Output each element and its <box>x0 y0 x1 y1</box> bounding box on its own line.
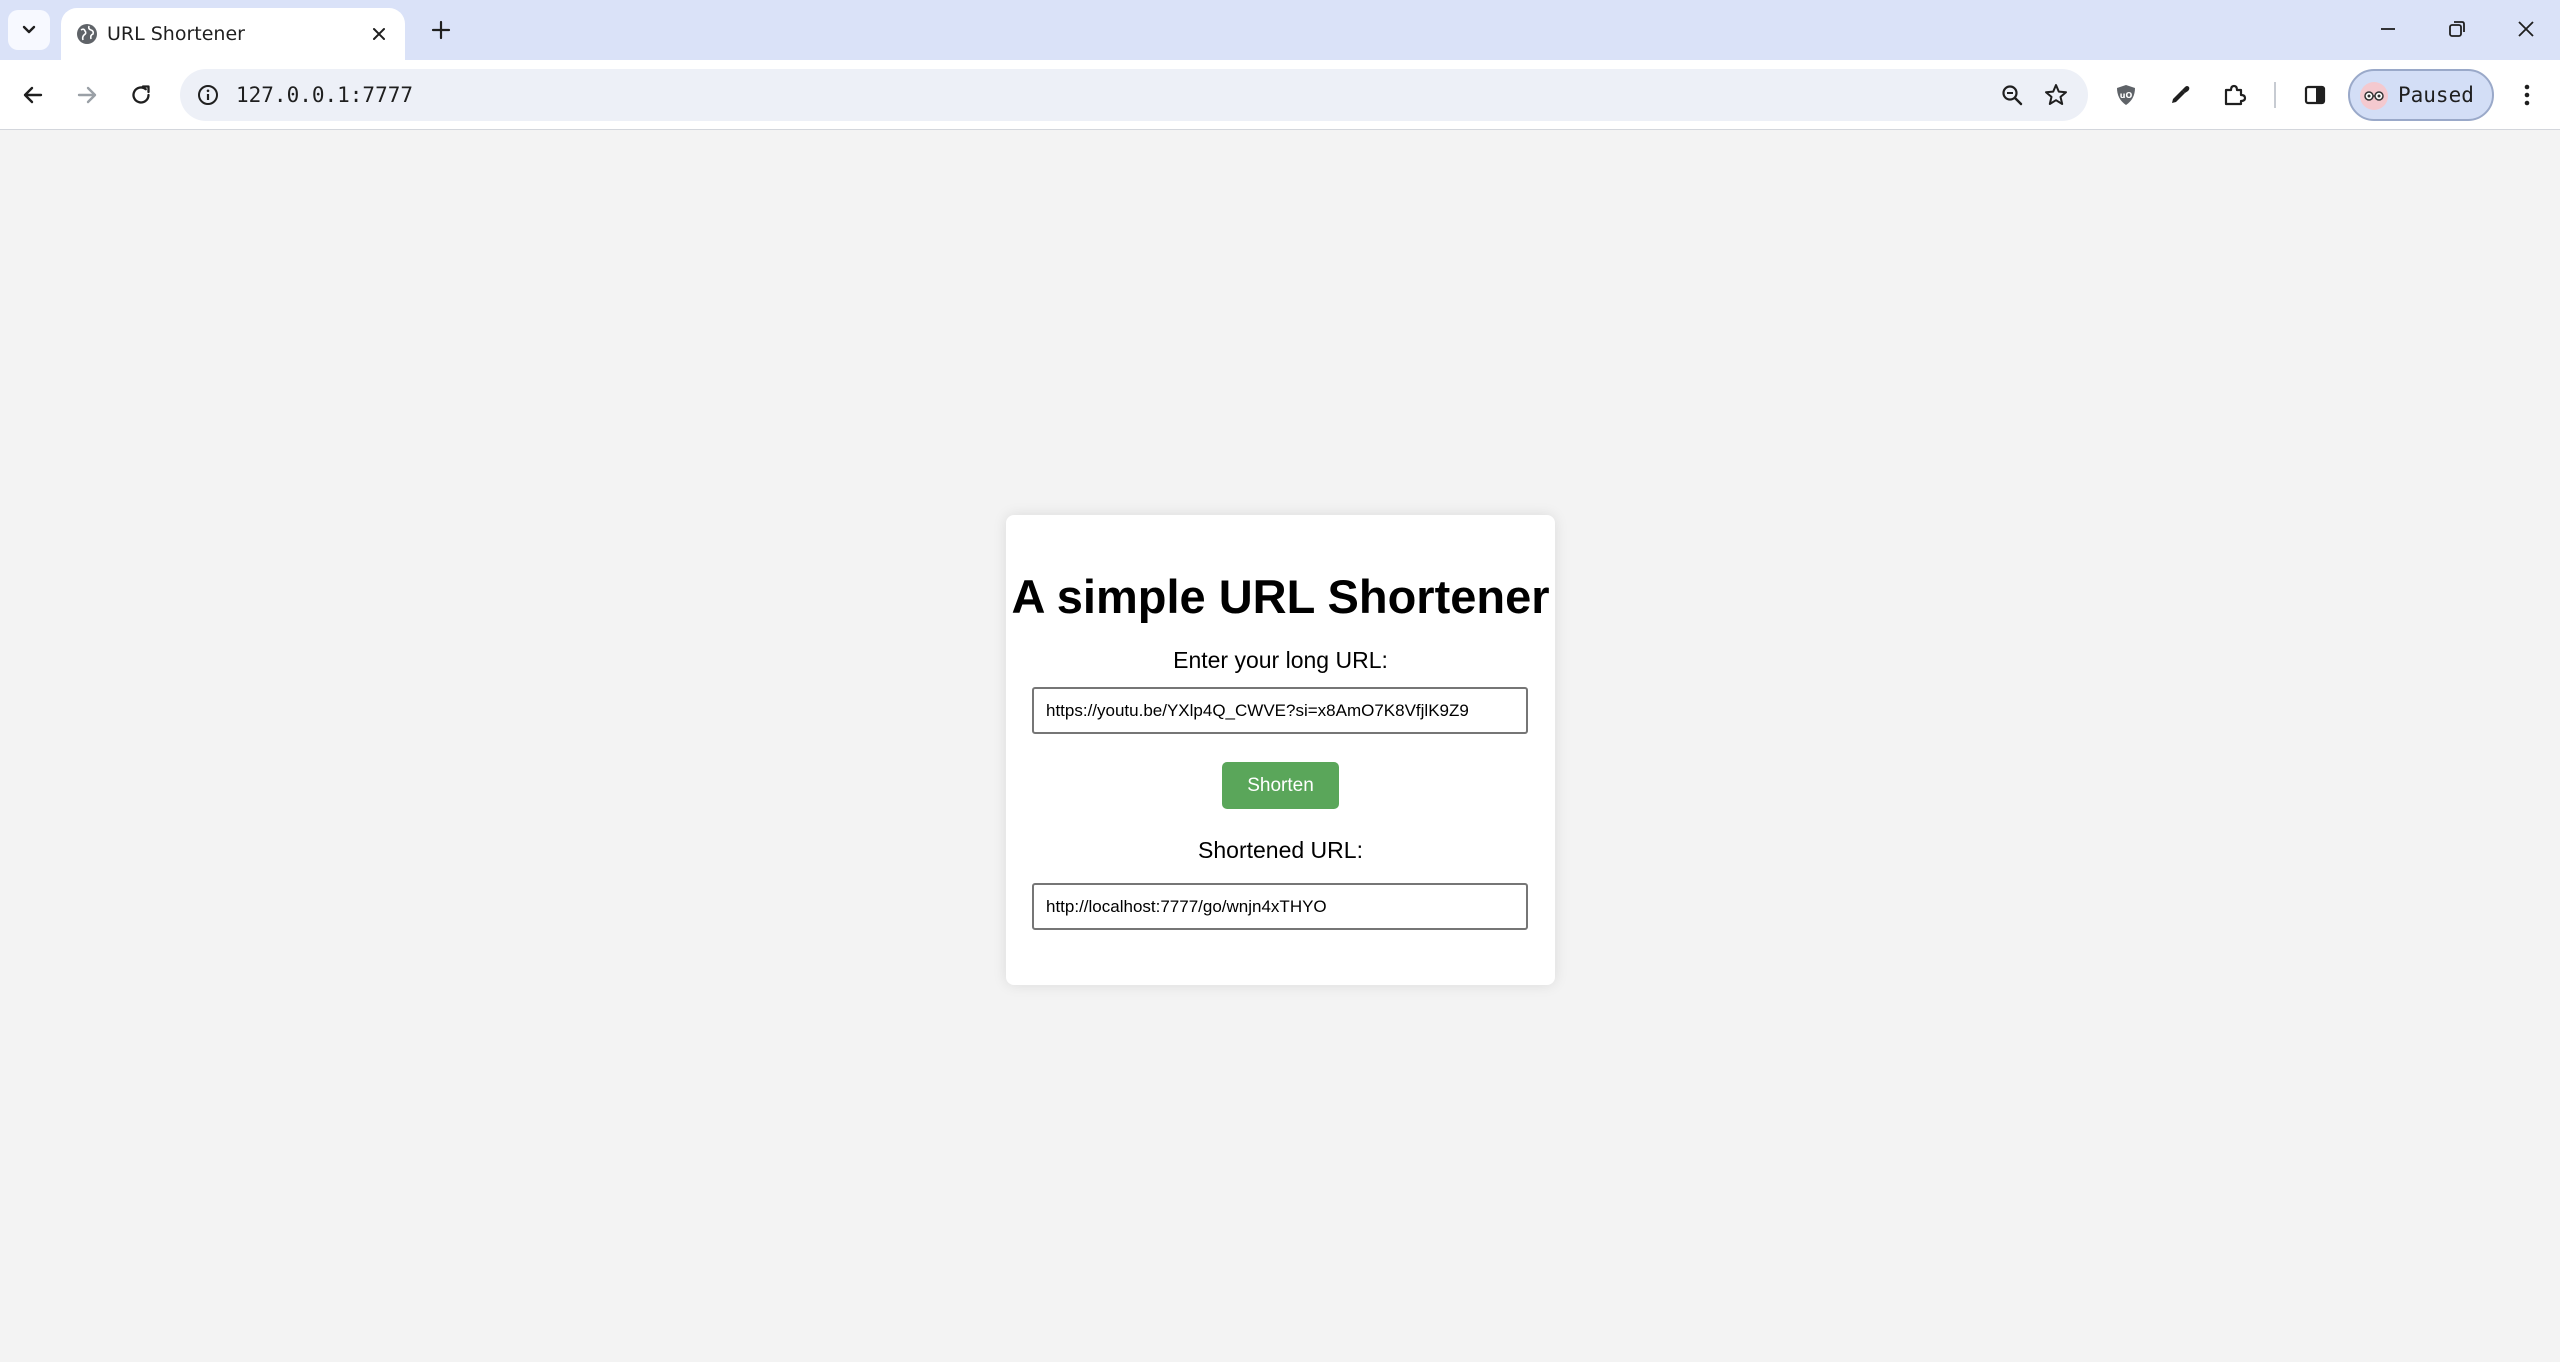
restore-button[interactable] <box>2427 6 2487 52</box>
close-icon <box>373 28 385 40</box>
reload-button[interactable] <box>119 73 163 117</box>
chevron-down-icon <box>22 25 36 34</box>
long-url-input[interactable] <box>1032 687 1528 734</box>
forward-icon <box>77 86 97 104</box>
long-url-label: Enter your long URL: <box>1173 647 1388 673</box>
back-button[interactable] <box>11 73 55 117</box>
minimize-button[interactable] <box>2358 6 2418 52</box>
side-panel-icon <box>2304 85 2326 105</box>
browser-toolbar: 127.0.0.1:7777 uO Paused <box>0 60 2560 130</box>
extensions-icon <box>2224 84 2247 106</box>
plus-icon <box>431 20 451 40</box>
profile-button[interactable]: Paused <box>2348 69 2494 121</box>
site-info-button[interactable] <box>194 81 222 109</box>
eyedropper-extension-button[interactable] <box>2161 76 2199 114</box>
back-icon <box>23 86 43 104</box>
zoom-button[interactable] <box>1996 79 2028 111</box>
zoom-icon <box>2002 85 2023 106</box>
close-window-icon <box>2518 21 2534 37</box>
bookmark-button[interactable] <box>2040 79 2072 111</box>
tab-title: URL Shortener <box>107 23 245 45</box>
page-title: A simple URL Shortener <box>1011 570 1550 623</box>
side-panel-button[interactable] <box>2296 76 2334 114</box>
eyedropper-icon <box>2172 86 2190 103</box>
svg-text:uO: uO <box>2120 91 2133 100</box>
short-url-output[interactable] <box>1032 883 1528 930</box>
restore-icon <box>2449 21 2465 37</box>
tab-search-button[interactable] <box>8 10 50 50</box>
avatar <box>2360 82 2388 110</box>
profile-status: Paused <box>2398 83 2474 107</box>
toolbar-divider <box>2274 82 2276 108</box>
extensions-button[interactable] <box>2215 76 2253 114</box>
address-bar[interactable]: 127.0.0.1:7777 <box>180 69 2088 121</box>
glasses-icon <box>2364 91 2384 101</box>
shorten-button[interactable]: Shorten <box>1222 762 1339 809</box>
active-tab[interactable]: URL Shortener <box>61 8 405 60</box>
shortener-card: A simple URL Shortener Enter your long U… <box>1006 515 1555 985</box>
minimize-icon <box>2381 28 2395 30</box>
more-vert-icon <box>2524 84 2530 106</box>
reload-icon <box>132 85 150 104</box>
globe-icon <box>77 24 97 44</box>
short-url-label: Shortened URL: <box>1198 837 1363 863</box>
star-icon <box>2045 84 2067 105</box>
forward-button[interactable] <box>65 73 109 117</box>
address-text: 127.0.0.1:7777 <box>236 83 414 107</box>
new-tab-button[interactable] <box>421 10 461 50</box>
close-tab-button[interactable] <box>367 22 391 46</box>
close-window-button[interactable] <box>2496 6 2556 52</box>
tab-bar: URL Shortener <box>0 0 2560 60</box>
browser-menu-button[interactable] <box>2512 73 2542 117</box>
info-icon <box>198 85 218 105</box>
ublock-icon: uO <box>2117 85 2135 105</box>
ublock-extension-button[interactable]: uO <box>2107 76 2145 114</box>
